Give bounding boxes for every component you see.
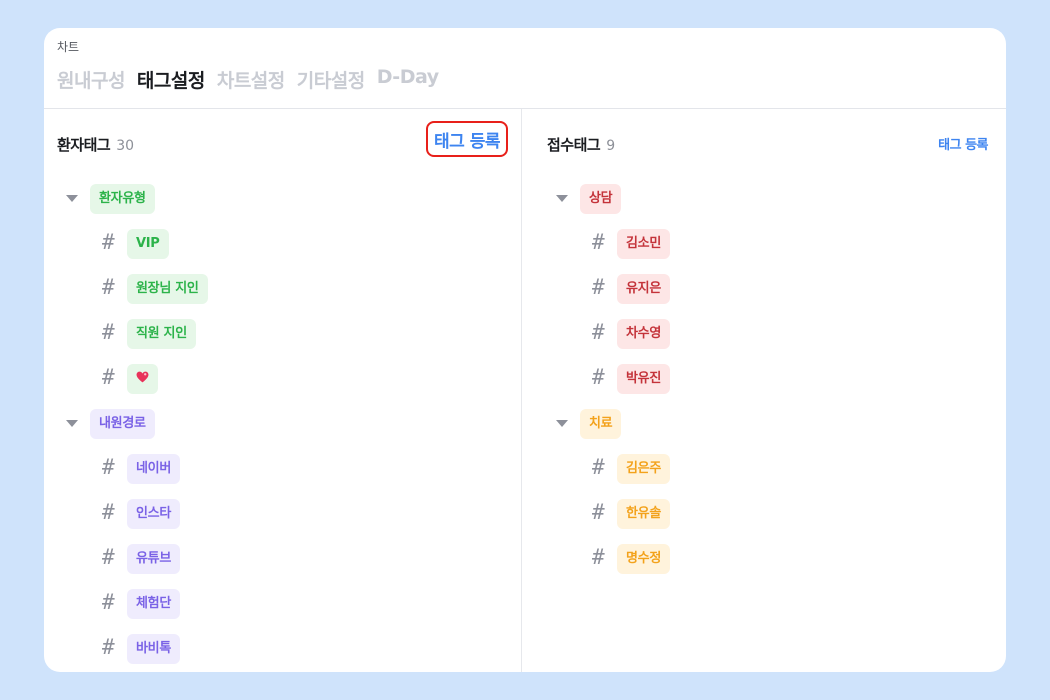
tag-pill[interactable]: 원장님 지인: [127, 274, 208, 304]
header: 차트 원내구성 태그설정 차트설정 기타설정 D-Day: [44, 28, 1006, 109]
tag-row: # 차수영: [522, 319, 1006, 364]
patient-tags-count: 30: [116, 138, 135, 154]
tag-row: # 바비톡: [44, 634, 521, 672]
caret-down-icon[interactable]: [556, 420, 568, 427]
tag-row: # 명수정: [522, 544, 1006, 589]
tag-pill[interactable]: 박유진: [617, 364, 670, 394]
tag-group-label[interactable]: 환자유형: [90, 184, 155, 214]
tag-group-label[interactable]: 상담: [580, 184, 622, 214]
tab-chart-settings[interactable]: 차트설정: [217, 66, 285, 93]
tag-group-visit-route: 내원경로: [44, 409, 521, 454]
tag-pill[interactable]: 직원 지인: [127, 319, 196, 349]
tag-pill[interactable]: 유튜브: [127, 544, 180, 574]
tag-row: # 인스타: [44, 499, 521, 544]
caret-down-icon[interactable]: [556, 195, 568, 202]
reception-tag-tree: 상담 # 김소민 # 유지은 # 차수영 # 박유진 치료 # 김은주 # 한유…: [522, 184, 1006, 589]
caret-down-icon[interactable]: [66, 420, 78, 427]
tag-row: # VIP: [44, 229, 521, 274]
tag-row: #: [44, 364, 521, 409]
hash-icon: #: [592, 455, 605, 479]
hash-icon: #: [102, 320, 115, 344]
breadcrumb: 차트: [57, 40, 80, 54]
hash-icon: #: [102, 590, 115, 614]
register-patient-tag-button[interactable]: 태그 등록: [426, 121, 508, 157]
register-reception-tag-button[interactable]: 태그 등록: [938, 134, 988, 153]
tag-group-consult: 상담: [522, 184, 1006, 229]
tab-d-day[interactable]: D-Day: [377, 66, 439, 93]
tag-pill[interactable]: 김은주: [617, 454, 670, 484]
tag-row: # 직원 지인: [44, 319, 521, 364]
tab-other-settings[interactable]: 기타설정: [297, 66, 365, 93]
tag-pill[interactable]: 차수영: [617, 319, 670, 349]
reception-tags-panel: 접수태그 9 태그 등록 상담 # 김소민 # 유지은 # 차수영 # 박유진 …: [522, 109, 1006, 672]
panel-title: 환자태그 30: [57, 134, 134, 155]
hash-icon: #: [592, 275, 605, 299]
hash-icon: #: [592, 320, 605, 344]
patient-tags-title: 환자태그: [57, 136, 111, 154]
tag-row: # 한유솔: [522, 499, 1006, 544]
tag-group-patient-type: 환자유형: [44, 184, 521, 229]
hash-icon: #: [102, 365, 115, 389]
hash-icon: #: [102, 455, 115, 479]
tag-pill[interactable]: 유지은: [617, 274, 670, 304]
hash-icon: #: [102, 275, 115, 299]
tag-row: # 유지은: [522, 274, 1006, 319]
tag-pill[interactable]: 명수정: [617, 544, 670, 574]
tag-pill[interactable]: 김소민: [617, 229, 670, 259]
heart-icon: [136, 371, 149, 383]
tag-row: # 체험단: [44, 589, 521, 634]
tag-group-treatment: 치료: [522, 409, 1006, 454]
reception-tags-count: 9: [606, 138, 616, 154]
tag-pill[interactable]: 체험단: [127, 589, 180, 619]
hash-icon: #: [102, 545, 115, 569]
tag-group-label[interactable]: 내원경로: [90, 409, 155, 439]
hash-icon: #: [102, 635, 115, 659]
tab-tag-settings[interactable]: 태그설정: [137, 66, 205, 93]
tag-row: # 원장님 지인: [44, 274, 521, 319]
hash-icon: #: [592, 365, 605, 389]
tag-pill[interactable]: 한유솔: [617, 499, 670, 529]
tag-group-label[interactable]: 치료: [580, 409, 622, 439]
hash-icon: #: [102, 230, 115, 254]
patient-tag-tree: 환자유형 # VIP # 원장님 지인 # 직원 지인 # 내원경로 # 네이버…: [44, 184, 521, 672]
tag-pill-heart[interactable]: [127, 364, 158, 394]
tag-row: # 유튜브: [44, 544, 521, 589]
patient-tags-panel: 환자태그 30 태그 등록 환자유형 # VIP # 원장님 지인 # 직원 지…: [44, 109, 521, 672]
tag-pill[interactable]: VIP: [127, 229, 169, 259]
hash-icon: #: [592, 545, 605, 569]
tag-row: # 김소민: [522, 229, 1006, 274]
panel-title: 접수태그 9: [547, 134, 615, 155]
reception-tags-title: 접수태그: [547, 136, 601, 154]
tag-pill[interactable]: 네이버: [127, 454, 180, 484]
tab-clinic-structure[interactable]: 원내구성: [57, 66, 125, 93]
tag-pill[interactable]: 인스타: [127, 499, 180, 529]
hash-icon: #: [102, 500, 115, 524]
settings-tabs: 원내구성 태그설정 차트설정 기타설정 D-Day: [57, 66, 439, 93]
tag-row: # 김은주: [522, 454, 1006, 499]
tag-row: # 박유진: [522, 364, 1006, 409]
chart-settings-window: 차트 원내구성 태그설정 차트설정 기타설정 D-Day 환자태그 30 태그 …: [44, 28, 1006, 672]
hash-icon: #: [592, 500, 605, 524]
tag-row: # 네이버: [44, 454, 521, 499]
hash-icon: #: [592, 230, 605, 254]
caret-down-icon[interactable]: [66, 195, 78, 202]
tag-pill[interactable]: 바비톡: [127, 634, 180, 664]
